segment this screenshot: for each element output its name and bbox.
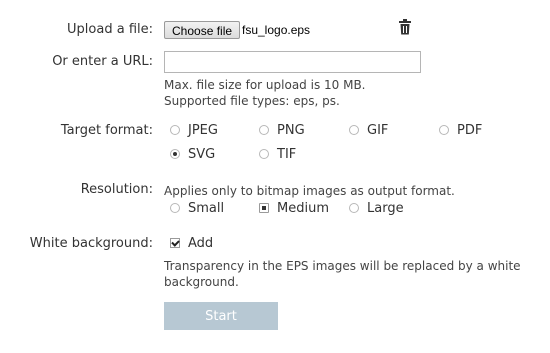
supported-types-note: Supported file types: eps, ps. [164,94,340,108]
trash-icon[interactable] [398,19,412,35]
format-radio-svg[interactable] [170,149,180,159]
format-option-svg: SVG [188,147,216,162]
resolution-option-medium: Medium [277,201,329,216]
format-radio-tif[interactable] [259,149,269,159]
resolution-radio-large[interactable] [349,203,359,213]
white-background-label: White background: [29,236,153,251]
transparency-note-line2: background. [164,275,239,289]
resolution-radio-medium[interactable] [259,203,269,213]
target-format-label: Target format: [60,123,153,138]
url-label: Or enter a URL: [52,54,153,69]
transparency-note-line1: Transparency in the EPS images will be r… [164,259,521,273]
max-size-note: Max. file size for upload is 10 MB. [164,78,366,92]
start-button[interactable]: Start [164,302,278,330]
url-input[interactable] [164,51,421,73]
format-radio-png[interactable] [259,125,269,135]
format-option-tif: TIF [277,147,297,162]
format-option-gif: GIF [367,123,389,138]
format-radio-gif[interactable] [349,125,359,135]
resolution-note: Applies only to bitmap images as output … [164,184,455,198]
format-option-jpeg: JPEG [188,123,218,138]
white-background-checkbox[interactable] [170,238,180,248]
choose-file-button[interactable]: Choose file [164,21,241,39]
format-option-png: PNG [277,123,305,138]
resolution-radio-small[interactable] [170,203,180,213]
resolution-option-large: Large [367,201,404,216]
upload-file-label: Upload a file: [67,22,153,37]
resolution-label: Resolution: [80,182,153,197]
format-option-pdf: PDF [457,123,483,138]
selected-file-name: fsu_logo.eps [242,23,311,37]
white-background-add-label: Add [188,236,214,251]
resolution-option-small: Small [188,201,225,216]
format-radio-pdf[interactable] [439,125,449,135]
format-radio-jpeg[interactable] [170,125,180,135]
